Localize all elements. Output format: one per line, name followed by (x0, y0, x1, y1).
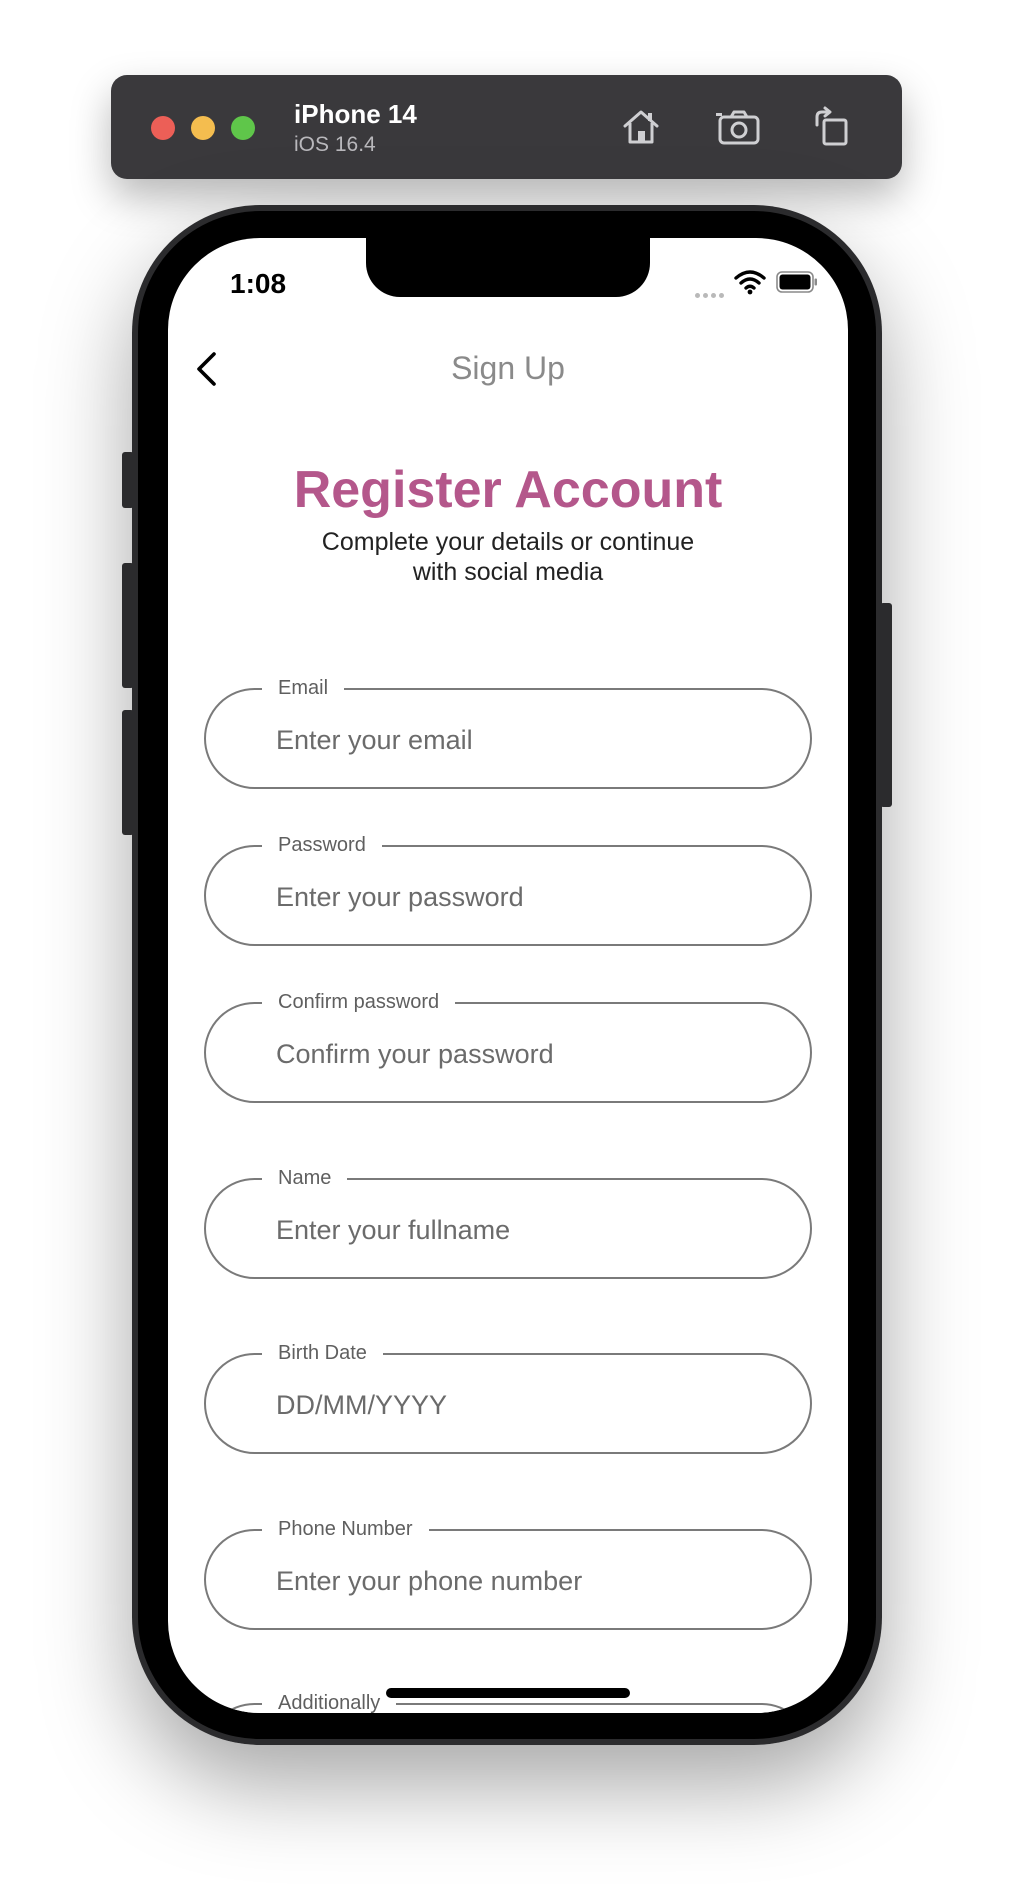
nav-title: Sign Up (451, 350, 565, 386)
birth-date-field[interactable]: Birth Date (204, 1341, 812, 1454)
email-input[interactable] (276, 718, 776, 762)
confirm-password-label: Confirm password (262, 990, 456, 1014)
subtitle-line-1: Complete your details or continue (321, 528, 695, 556)
screenshot-icon (716, 110, 760, 145)
home-indicator[interactable] (386, 1688, 630, 1698)
minimize-window-button[interactable] (191, 116, 215, 140)
phone-number-input[interactable] (276, 1559, 776, 1603)
cellular-signal-icon (695, 285, 729, 298)
name-input[interactable] (276, 1208, 776, 1252)
battery-icon (776, 271, 817, 293)
email-field[interactable]: Email (204, 676, 812, 789)
status-time: 1:08 (230, 268, 287, 299)
password-label: Password (262, 833, 382, 857)
confirm-password-input[interactable] (276, 1032, 776, 1076)
phone-number-label: Phone Number (262, 1517, 429, 1541)
simulator-stage: iPhone 14 iOS 16.4 1:08 Sign Up Register… (0, 0, 1014, 1900)
confirm-password-field[interactable]: Confirm password (204, 990, 812, 1103)
home-button[interactable] (617, 103, 665, 151)
phone-number-field[interactable]: Phone Number (204, 1517, 812, 1630)
close-window-button[interactable] (151, 116, 175, 140)
name-label: Name (262, 1166, 348, 1190)
os-version: iOS 16.4 (294, 133, 376, 156)
home-icon (623, 110, 659, 144)
zoom-window-button[interactable] (231, 116, 255, 140)
birth-date-input[interactable] (276, 1383, 776, 1427)
wifi-icon (734, 270, 766, 295)
device-name: iPhone 14 (294, 99, 417, 129)
rotate-icon (815, 106, 848, 146)
rotate-button[interactable] (807, 103, 855, 151)
password-input[interactable] (276, 875, 776, 919)
additionally-label: Additionally (262, 1691, 397, 1713)
phone-screen: 1:08 Sign Up Register Account Complete y… (168, 238, 848, 1713)
name-field[interactable]: Name (204, 1166, 812, 1279)
birth-date-label: Birth Date (262, 1341, 383, 1365)
email-label: Email (262, 676, 345, 700)
notch (366, 238, 650, 297)
password-field[interactable]: Password (204, 833, 812, 946)
simulator-toolbar: iPhone 14 iOS 16.4 (111, 75, 902, 179)
page-title: Register Account (293, 461, 723, 519)
screenshot-button[interactable] (715, 103, 763, 151)
additionally-field[interactable]: Additionally (204, 1691, 812, 1713)
page-subtitle: Complete your details or continue with s… (168, 527, 848, 587)
subtitle-line-2: with social media (412, 558, 604, 586)
